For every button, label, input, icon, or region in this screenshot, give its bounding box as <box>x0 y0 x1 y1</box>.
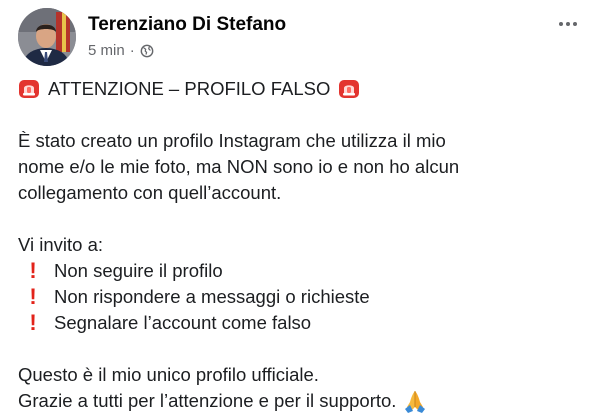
paragraph-line: nome e/o le mie foto, ma NON sono io e n… <box>18 156 460 177</box>
list-item: ! Non seguire il profilo <box>18 258 588 284</box>
siren-emoji-icon <box>19 80 39 98</box>
avatar[interactable] <box>18 8 76 66</box>
closing-text: Grazie a tutti per l’attenzione e per il… <box>18 390 397 411</box>
avatar-image <box>18 8 76 66</box>
red-exclamation-icon: ! <box>29 310 37 335</box>
list-item-text: Non rispondere a messaggi o richieste <box>54 286 370 307</box>
post-time[interactable]: 5 min <box>88 42 125 59</box>
paragraph-line: collegamento con quell’account. <box>18 182 282 203</box>
folded-hands-emoji-icon <box>405 391 426 413</box>
list-item: ! Segnalare l’account come falso <box>18 310 588 336</box>
author-name[interactable]: Terenziano Di Stefano <box>88 14 286 36</box>
globe-icon[interactable] <box>140 44 154 58</box>
post-title-line: ATTENZIONE – PROFILO FALSO <box>18 76 588 102</box>
siren-emoji-icon <box>339 80 360 98</box>
red-exclamation-icon: ! <box>29 258 37 283</box>
post-title: ATTENZIONE – PROFILO FALSO <box>48 78 331 99</box>
list-item: ! Non rispondere a messaggi o richieste <box>18 284 588 310</box>
post-header: Terenziano Di Stefano 5 min · <box>14 8 586 68</box>
invite-intro: Vi invito a: <box>18 234 104 255</box>
paragraph-line: È stato creato un profilo Instagram che … <box>18 130 446 151</box>
post-meta: 5 min · <box>88 42 154 59</box>
closing-line: Questo è il mio unico profilo ufficiale. <box>18 364 319 385</box>
red-exclamation-icon: ! <box>29 284 37 309</box>
list-item-text: Non seguire il profilo <box>54 260 223 281</box>
list-item-text: Segnalare l’account come falso <box>54 312 312 333</box>
facebook-post: Terenziano Di Stefano 5 min · ATTENZIONE… <box>0 0 600 416</box>
closing-line-with-emoji: Grazie a tutti per l’attenzione e per il… <box>18 388 588 414</box>
meta-separator: · <box>129 42 135 59</box>
post-body: ATTENZIONE – PROFILO FALSO È stato creat… <box>18 76 588 414</box>
more-horizontal-icon[interactable] <box>556 12 580 36</box>
